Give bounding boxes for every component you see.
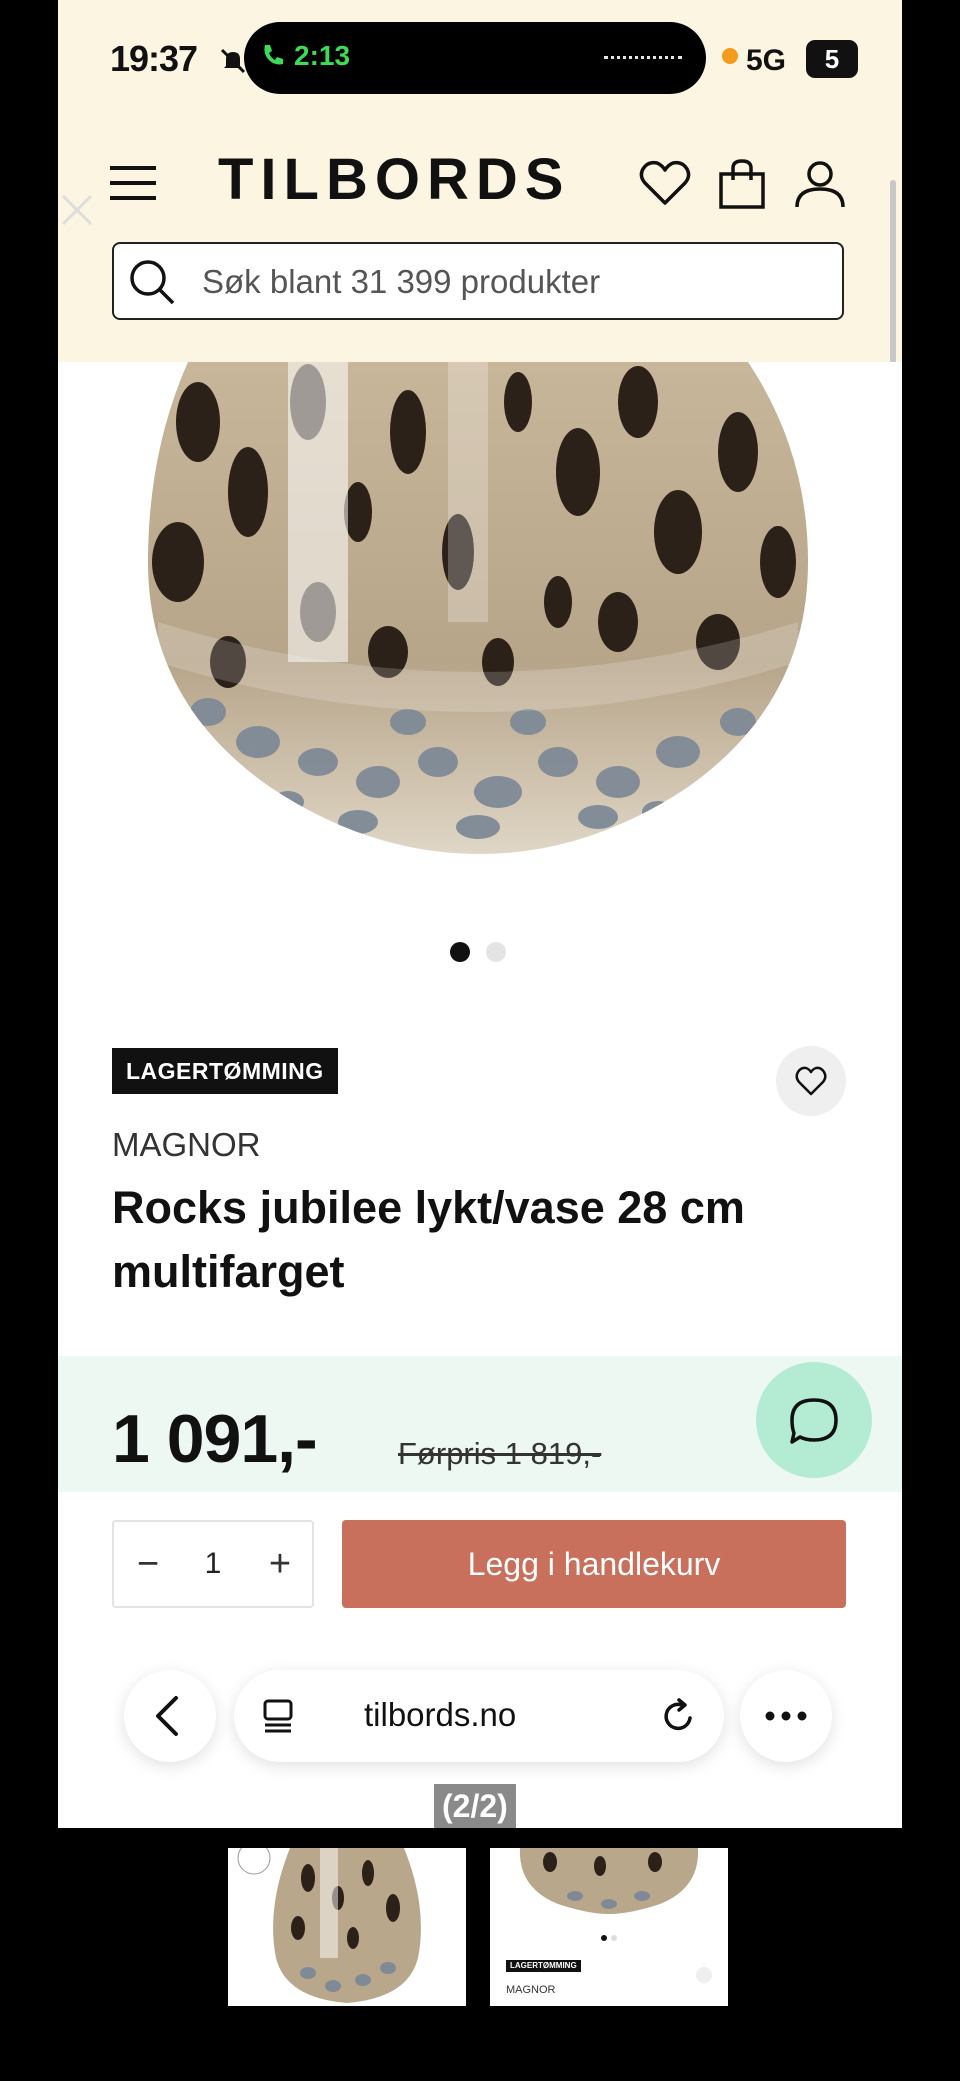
add-to-wishlist-button[interactable]	[776, 1046, 846, 1116]
search-bar[interactable]	[112, 242, 844, 320]
browser-address-bar[interactable]: tilbords.no	[234, 1670, 724, 1762]
product-brand[interactable]: MAGNOR	[112, 1126, 261, 1164]
product-title: Rocks jubilee lykt/vase 28 cm multifarge…	[112, 1182, 745, 1297]
url-text[interactable]: tilbords.no	[364, 1696, 516, 1734]
quantity-value[interactable]: 1	[182, 1536, 244, 1592]
quantity-stepper: − 1 +	[112, 1520, 314, 1608]
shopping-bag-icon[interactable]	[718, 158, 766, 210]
reload-icon[interactable]	[658, 1696, 698, 1736]
quantity-increase-button[interactable]: +	[258, 1536, 302, 1592]
page-counter: (2/2)	[434, 1784, 516, 1828]
recording-indicator	[722, 48, 738, 64]
call-icon	[264, 45, 283, 65]
quantity-decrease-button[interactable]: −	[126, 1536, 170, 1592]
thumbnail-image	[490, 1848, 728, 2006]
tabs-icon[interactable]	[262, 1698, 296, 1734]
former-price: Førpris 1 819,-	[398, 1436, 602, 1471]
heart-icon	[795, 1066, 827, 1096]
battery-level: 5	[806, 40, 858, 78]
thumbnail-image	[228, 1848, 466, 2006]
browser-more-button[interactable]	[740, 1670, 832, 1762]
chat-button[interactable]	[756, 1362, 872, 1478]
site-logo[interactable]: TILBORDS	[218, 146, 570, 213]
add-to-cart-button[interactable]: Legg i handlekurv	[342, 1520, 846, 1608]
product-price: 1 091,-	[112, 1401, 318, 1477]
thumbnail-badge: LAGERTØMMING	[506, 1960, 581, 1972]
browser-back-button[interactable]	[124, 1670, 216, 1762]
search-icon	[130, 260, 175, 305]
carousel-dot[interactable]	[486, 942, 506, 962]
chevron-left-icon	[156, 1696, 178, 1736]
call-duration: 2:13	[294, 40, 351, 71]
more-icon	[765, 1711, 807, 1721]
heart-icon[interactable]	[638, 158, 692, 208]
network-type: 5G	[746, 44, 787, 77]
thumbnail-1[interactable]	[228, 1848, 466, 2006]
phone-screen: 19:37 2:13 5G 5 TILBORDS Søk blant 31 39…	[58, 0, 902, 1828]
thumbnail-brand: MAGNOR	[506, 1984, 556, 1996]
carousel-dot-active[interactable]	[450, 942, 470, 962]
thumbnail-2[interactable]: LAGERTØMMING MAGNOR	[490, 1848, 728, 2006]
menu-icon[interactable]	[110, 162, 158, 204]
search-input[interactable]	[200, 254, 824, 310]
audio-waveform	[604, 56, 682, 63]
status-time: 19:37	[110, 38, 198, 79]
close-icon[interactable]	[58, 190, 97, 230]
product-image[interactable]	[58, 362, 902, 882]
sale-badge: LAGERTØMMING	[112, 1048, 338, 1094]
user-icon[interactable]	[794, 158, 846, 210]
chat-icon	[790, 1398, 838, 1444]
